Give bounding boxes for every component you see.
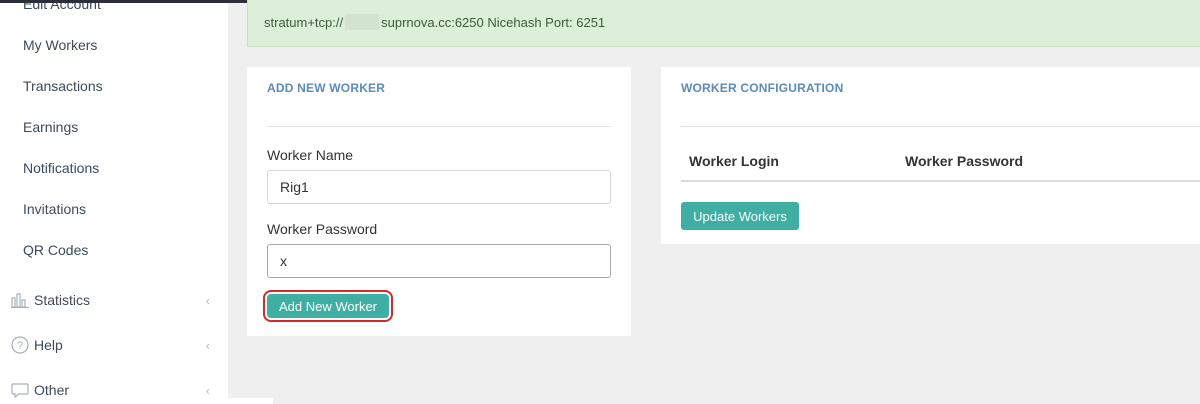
chevron-left-icon: ‹ (205, 337, 210, 353)
bar-chart-icon (10, 290, 30, 310)
sidebar-group-label: Statistics (34, 292, 91, 308)
divider (267, 126, 611, 127)
worker-configuration-card: WORKER CONFIGURATION Worker Login Worker… (661, 67, 1200, 244)
add-worker-card: ADD NEW WORKER Worker Name Rig1 Worker P… (247, 67, 631, 336)
stratum-prefix: stratum+tcp:// (264, 15, 344, 30)
worker-name-value: Rig1 (280, 179, 309, 195)
update-workers-button[interactable]: Update Workers (681, 202, 799, 230)
question-circle-icon: ? (10, 335, 30, 355)
chevron-left-icon: ‹ (205, 382, 210, 398)
sidebar-group-statistics[interactable]: Statistics ‹ (10, 288, 210, 312)
stratum-suffix: suprnova.cc:6250 Nicehash Port: 6251 (381, 15, 606, 30)
worker-password-label: Worker Password (267, 221, 378, 237)
sidebar-item-my-workers[interactable]: My Workers (23, 37, 97, 53)
stratum-url: stratum+tcp:// suprnova.cc:6250 Nicehash … (264, 14, 605, 30)
divider (681, 126, 1200, 127)
sidebar-item-invitations[interactable]: Invitations (23, 201, 86, 217)
column-header-worker-password: Worker Password (905, 153, 1024, 169)
sidebar-group-other[interactable]: Other ‹ (10, 378, 210, 402)
column-header-worker-login: Worker Login (689, 153, 779, 169)
svg-text:?: ? (17, 340, 23, 352)
chat-bubble-icon (10, 380, 30, 400)
sidebar-item-notifications[interactable]: Notifications (23, 160, 99, 176)
chevron-left-icon: ‹ (205, 292, 210, 308)
card-title: WORKER CONFIGURATION (681, 81, 844, 95)
sidebar-item-transactions[interactable]: Transactions (23, 78, 103, 94)
stratum-notice: stratum+tcp:// suprnova.cc:6250 Nicehash … (247, 0, 1200, 47)
worker-password-input[interactable]: x (267, 244, 611, 278)
worker-password-value: x (280, 253, 287, 269)
sidebar-item-earnings[interactable]: Earnings (23, 119, 78, 135)
sidebar-group-label: Help (34, 337, 63, 353)
worker-name-label: Worker Name (267, 147, 354, 163)
sidebar: Edit Account My Workers Transactions Ear… (0, 3, 228, 404)
sidebar-group-label: Other (34, 382, 70, 398)
card-title: ADD NEW WORKER (267, 81, 386, 95)
table-header-rule (681, 180, 1200, 182)
add-new-worker-button[interactable]: Add New Worker (267, 294, 389, 318)
sidebar-group-help[interactable]: ? Help ‹ (10, 333, 210, 357)
bottom-strip (228, 398, 273, 404)
worker-name-input[interactable]: Rig1 (267, 170, 611, 204)
sidebar-item-qr-codes[interactable]: QR Codes (23, 242, 88, 258)
redacted-region (345, 14, 380, 30)
sidebar-item-edit-account[interactable]: Edit Account (23, 3, 101, 12)
